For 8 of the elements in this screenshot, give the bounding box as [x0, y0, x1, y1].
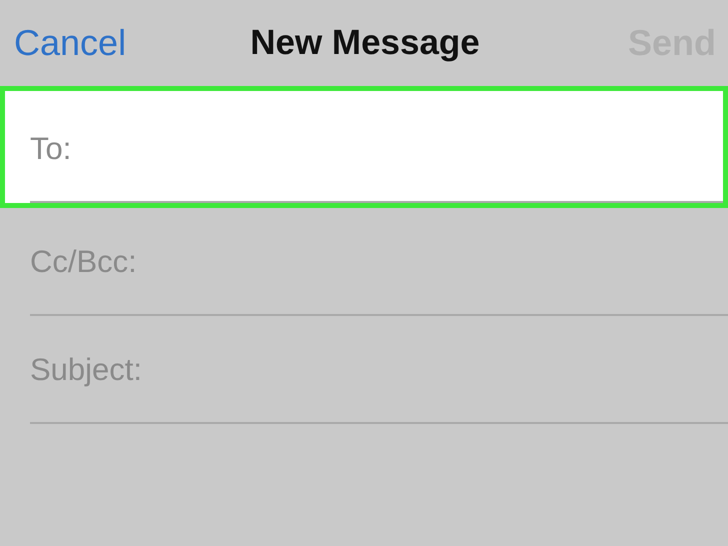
field-label: To:: [30, 131, 72, 168]
cancel-button[interactable]: Cancel: [14, 22, 126, 64]
input-field[interactable]: Subject:: [0, 316, 728, 424]
field-label: Cc/Bcc:: [30, 244, 138, 281]
field-label: Subject:: [30, 352, 144, 389]
highlighted-field[interactable]: To:: [0, 86, 728, 208]
input-field[interactable]: Cc/Bcc:: [0, 208, 728, 316]
screen-title: New Message: [250, 23, 480, 63]
